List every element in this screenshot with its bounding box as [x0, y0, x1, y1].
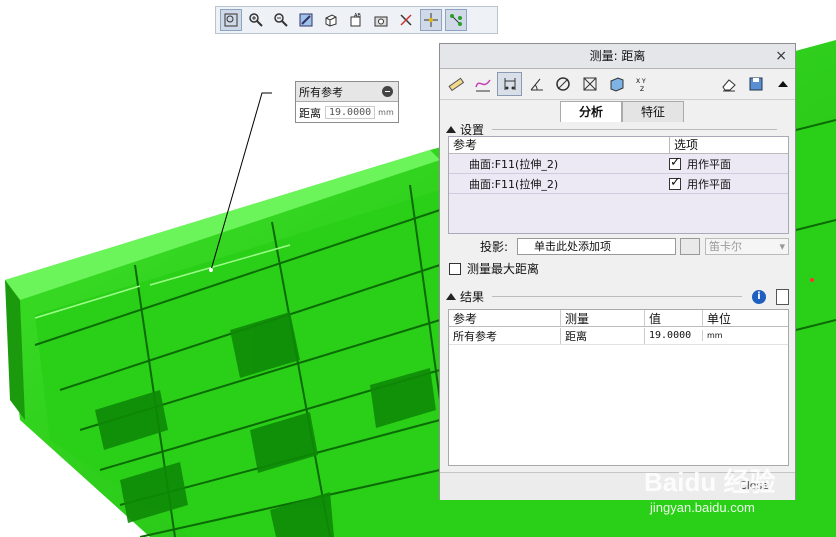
length-icon[interactable]: [444, 72, 469, 96]
saved-orientation-icon[interactable]: [370, 9, 392, 31]
annotation-display-icon[interactable]: [445, 9, 467, 31]
dialog-titlebar[interactable]: 测量: 距离 ×: [440, 44, 795, 69]
results-table: 参考 测量 值 单位 所有参考 距离 19.0000 mm: [448, 309, 789, 466]
collapse-triangle-icon: [446, 293, 456, 300]
max-distance-checkbox[interactable]: [449, 262, 461, 275]
volume-icon[interactable]: [604, 72, 629, 96]
column-header-option: 选项: [674, 138, 699, 152]
named-views-icon[interactable]: AB: [345, 9, 367, 31]
area-icon[interactable]: [578, 72, 603, 96]
coordinate-system-select[interactable]: 笛卡尔 ▾: [705, 238, 789, 255]
table-row[interactable]: 所有参考 距离 19.0000 mm: [449, 327, 788, 345]
curve-length-icon[interactable]: [471, 72, 496, 96]
projection-label: 投影:: [480, 240, 509, 254]
measure-type-toolbar: X YZ: [440, 69, 795, 100]
collapse-triangle-icon: [446, 126, 456, 133]
callout-unit: mm: [378, 108, 394, 117]
use-as-plane-checkbox[interactable]: [669, 155, 681, 170]
svg-text:Z: Z: [640, 86, 644, 93]
close-icon[interactable]: ×: [775, 44, 787, 68]
tab-analysis[interactable]: 分析: [560, 101, 622, 122]
measure-dialog: 测量: 距离 × X YZ 分析 特征 设置 参考 选项 曲面:F11(拉伸_2…: [439, 43, 796, 500]
svg-text:AB: AB: [354, 13, 361, 19]
datum-display-icon[interactable]: [395, 9, 417, 31]
max-distance-option[interactable]: 测量最大距离: [449, 260, 539, 277]
reference-collector[interactable]: 参考 选项 曲面:F11(拉伸_2) 用作平面 曲面:F11(拉伸_2) 用作平…: [448, 136, 789, 234]
save-icon[interactable]: [743, 72, 768, 96]
view-toolbar: AB: [215, 6, 498, 34]
watermark-logo: Baidu 经验: [644, 467, 776, 497]
refit-icon[interactable]: [220, 9, 242, 31]
use-as-plane-checkbox[interactable]: [669, 175, 681, 190]
tab-feature[interactable]: 特征: [622, 101, 684, 122]
reference-row[interactable]: 曲面:F11(拉伸_2) 用作平面: [449, 174, 788, 194]
details-icon[interactable]: [776, 288, 790, 305]
reference-row[interactable]: 曲面:F11(拉伸_2) 用作平面: [449, 154, 788, 174]
results-header-row: 参考 测量 值 单位: [449, 310, 788, 327]
projection-input[interactable]: 单击此处添加项: [517, 238, 676, 255]
svg-text:X Y: X Y: [636, 78, 646, 85]
spin-center-icon[interactable]: [420, 9, 442, 31]
repaint-icon[interactable]: [295, 9, 317, 31]
zoom-out-icon[interactable]: [270, 9, 292, 31]
diameter-icon[interactable]: [551, 72, 576, 96]
analysis-tabs: 分析 特征: [560, 101, 684, 122]
info-icon[interactable]: i: [752, 289, 767, 304]
distance-icon[interactable]: [497, 72, 523, 96]
display-style-icon[interactable]: [320, 9, 342, 31]
results-section-header[interactable]: 结果 i: [446, 288, 790, 305]
chevron-down-icon: ▾: [779, 240, 785, 253]
collapse-icon[interactable]: [382, 86, 393, 97]
column-header-reference: 参考: [449, 137, 670, 153]
angle-icon[interactable]: [524, 72, 549, 96]
projection-picker-icon[interactable]: [680, 238, 700, 255]
watermark-url: jingyan.baidu.com: [650, 500, 755, 515]
chevron-up-icon[interactable]: [770, 72, 795, 96]
callout-title: 所有参考: [299, 85, 343, 99]
transform-icon[interactable]: X YZ: [631, 72, 656, 96]
zoom-in-icon[interactable]: [245, 9, 267, 31]
callout-value: 19.0000: [325, 106, 376, 119]
measurement-callout[interactable]: 所有参考 距离 19.0000 mm: [295, 81, 399, 123]
callout-label: 距离: [299, 106, 321, 120]
eraser-icon[interactable]: [717, 72, 742, 96]
dialog-title: 测量: 距离: [589, 49, 646, 63]
